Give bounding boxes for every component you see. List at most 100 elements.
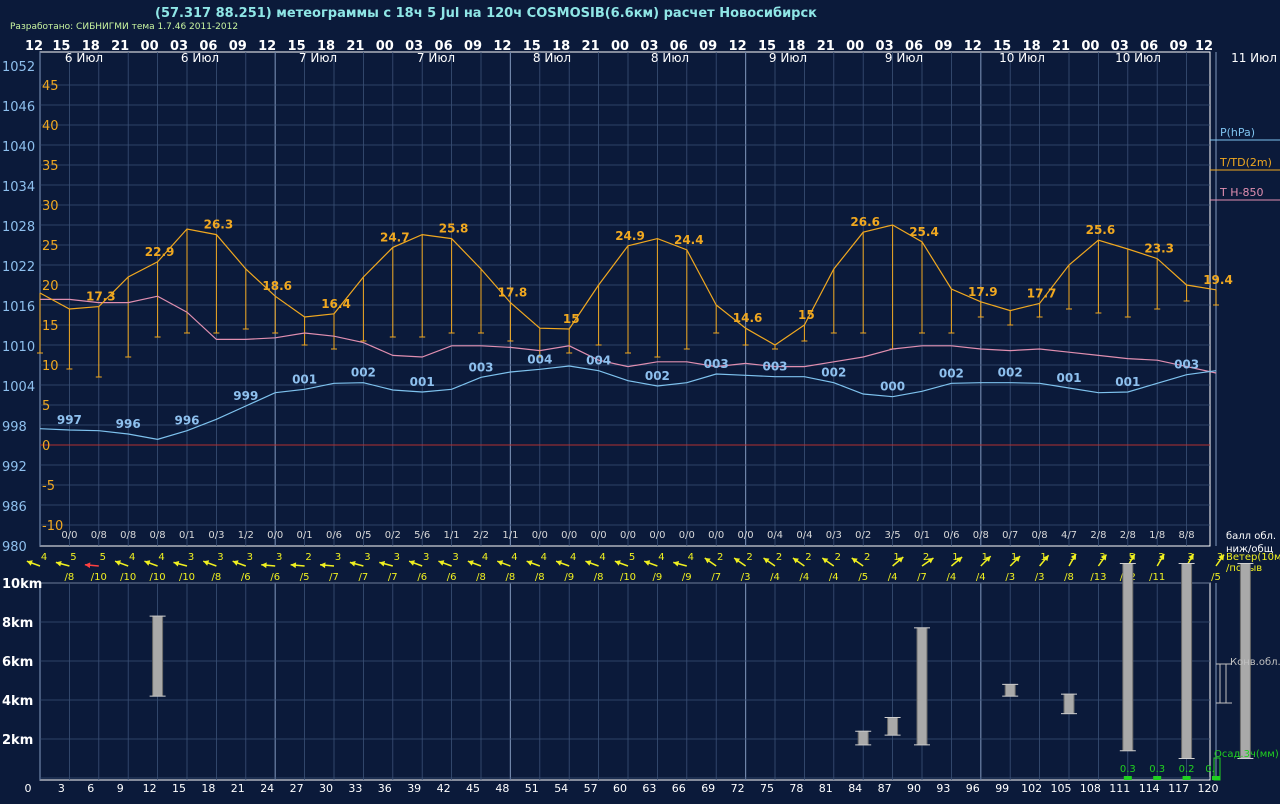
wind-gust: /7 — [329, 572, 339, 583]
forecast-hour-label: 117 — [1168, 782, 1189, 795]
height-tick: 4km — [2, 694, 33, 709]
wind-gust: /6 — [270, 572, 280, 583]
forecast-hour-label: 24 — [260, 782, 274, 795]
time-label: 00 — [376, 39, 394, 54]
cloud-cover-value: 0/0 — [591, 530, 607, 541]
time-label: 21 — [1052, 39, 1070, 54]
convective-cloud-bar — [887, 717, 899, 736]
time-label: 12 — [729, 39, 747, 54]
cloud-cover-value: 0/2 — [855, 530, 871, 541]
temperature-tick: 45 — [42, 79, 59, 94]
pressure-tick: 1016 — [2, 300, 35, 315]
wind-gust: /6 — [417, 572, 427, 583]
forecast-hour-label: 33 — [348, 782, 362, 795]
wind-arrow-head — [55, 560, 62, 567]
temperature-tick: 25 — [42, 239, 59, 254]
meteogram: (57.317 88.251) метеограммы с 18ч 5 Jul … — [0, 0, 1280, 800]
cloud-cover-value: 0/0 — [532, 530, 548, 541]
time-label: 12 — [964, 39, 982, 54]
height-tick: 6km — [2, 655, 33, 670]
cloud-cover-value: 0/6 — [326, 530, 342, 541]
forecast-hour-label: 81 — [819, 782, 833, 795]
cloud-cover-value: 0/8 — [120, 530, 136, 541]
cloud-cover-value: 0/8 — [150, 530, 166, 541]
time-label: 00 — [141, 39, 159, 54]
temperature-value-label: 26.3 — [204, 218, 234, 232]
wind-speed: 3 — [452, 552, 458, 563]
pressure-value-label: 002 — [939, 366, 964, 380]
forecast-hour-label: 108 — [1080, 782, 1101, 795]
forecast-hour-label: 87 — [878, 782, 892, 795]
cloud-cover-value: 0/3 — [826, 530, 842, 541]
time-label: 00 — [846, 39, 864, 54]
wind-speed: 2 — [864, 552, 870, 563]
wind-gust: /3 — [741, 572, 751, 583]
temperature-value-label: 17.8 — [498, 286, 528, 300]
forecast-hour-label: 3 — [58, 782, 65, 795]
precip-value: 0.3 — [1149, 764, 1165, 775]
cloud-cover-value: 0/0 — [561, 530, 577, 541]
time-label: 00 — [1081, 39, 1099, 54]
wind-gust: /10 — [91, 572, 107, 583]
temperature-tick: 10 — [42, 359, 59, 374]
cloud-cover-value: 0/0 — [649, 530, 665, 541]
cloud-cover-value: 0/7 — [1002, 530, 1018, 541]
wind-gust: /8 — [535, 572, 545, 583]
cloud-cover-value: 0/5 — [355, 530, 371, 541]
wind-speed: 2 — [746, 552, 752, 563]
time-label: 21 — [111, 39, 129, 54]
wind-speed: 4 — [41, 552, 47, 563]
forecast-hour-label: 18 — [201, 782, 215, 795]
cloud-cover-value: 8/8 — [1179, 530, 1195, 541]
temperature-value-label: 25.6 — [1086, 223, 1116, 237]
pressure-value-label: 001 — [1056, 371, 1081, 385]
temperature-value-label: 25.8 — [439, 222, 469, 236]
legend-label: T/TD(2m) — [1219, 156, 1272, 169]
wind-speed: 3 — [217, 552, 223, 563]
pressure-value-label: 003 — [1174, 358, 1199, 372]
credit-line: Разработано: СИБНИГМИ тема 1.7.46 2011-2… — [10, 22, 239, 32]
cloud-cover-value: 0/0 — [267, 530, 283, 541]
pressure-value-label: 001 — [1115, 375, 1140, 389]
cloud-cover-value: 1/8 — [1149, 530, 1165, 541]
forecast-hour-label: 102 — [1021, 782, 1042, 795]
convective-cloud-bar — [1004, 683, 1016, 697]
cloud-cover-value: 3/5 — [885, 530, 901, 541]
cloud-cover-value: 0/8 — [91, 530, 107, 541]
wind-gust: /8 — [476, 572, 486, 583]
convective-cloud-bar — [1063, 693, 1075, 715]
wind-speed: 4 — [570, 552, 576, 563]
cloud-cover-value: 5/6 — [414, 530, 430, 541]
wind-speed: 5 — [100, 552, 106, 563]
pressure-value-label: 002 — [998, 366, 1023, 380]
pressure-tick: 980 — [2, 540, 27, 555]
wind-speed: 1 — [982, 552, 988, 563]
pressure-value-label: 003 — [704, 357, 729, 371]
wind-speed: 3 — [188, 552, 194, 563]
wind-speed: 3 — [364, 552, 370, 563]
height-tick: 2km — [2, 733, 33, 748]
pressure-value-label: 003 — [468, 360, 493, 374]
forecast-hour-label: 93 — [936, 782, 950, 795]
cloud-cover-value: 0/0 — [708, 530, 724, 541]
pressure-value-label: 002 — [645, 369, 670, 383]
precip-bar — [1123, 776, 1132, 780]
time-label: 09 — [464, 39, 482, 54]
wind-gust: /5 — [858, 572, 868, 583]
precip-value: 0.3 — [1120, 764, 1136, 775]
temperature-tick: -5 — [42, 479, 55, 494]
wind-gust: /9 — [564, 572, 574, 583]
cloud-cover-value: 0/1 — [914, 530, 930, 541]
pressure-tick: 1004 — [2, 380, 35, 395]
pressure-tick: 1022 — [2, 260, 35, 275]
cloud-cover-value: 0/0 — [61, 530, 77, 541]
wind-gust: /8 — [594, 572, 604, 583]
wind-gust: /4 — [976, 572, 986, 583]
pressure-value-label: 003 — [762, 360, 787, 374]
temperature-tick: 20 — [42, 279, 59, 294]
temperature-value-label: 24.7 — [380, 230, 410, 244]
cloud-cover-value: 1/1 — [502, 530, 518, 541]
temperature-value-label: 14.6 — [733, 311, 763, 325]
forecast-hour-label: 63 — [642, 782, 656, 795]
time-label: 09 — [699, 39, 717, 54]
